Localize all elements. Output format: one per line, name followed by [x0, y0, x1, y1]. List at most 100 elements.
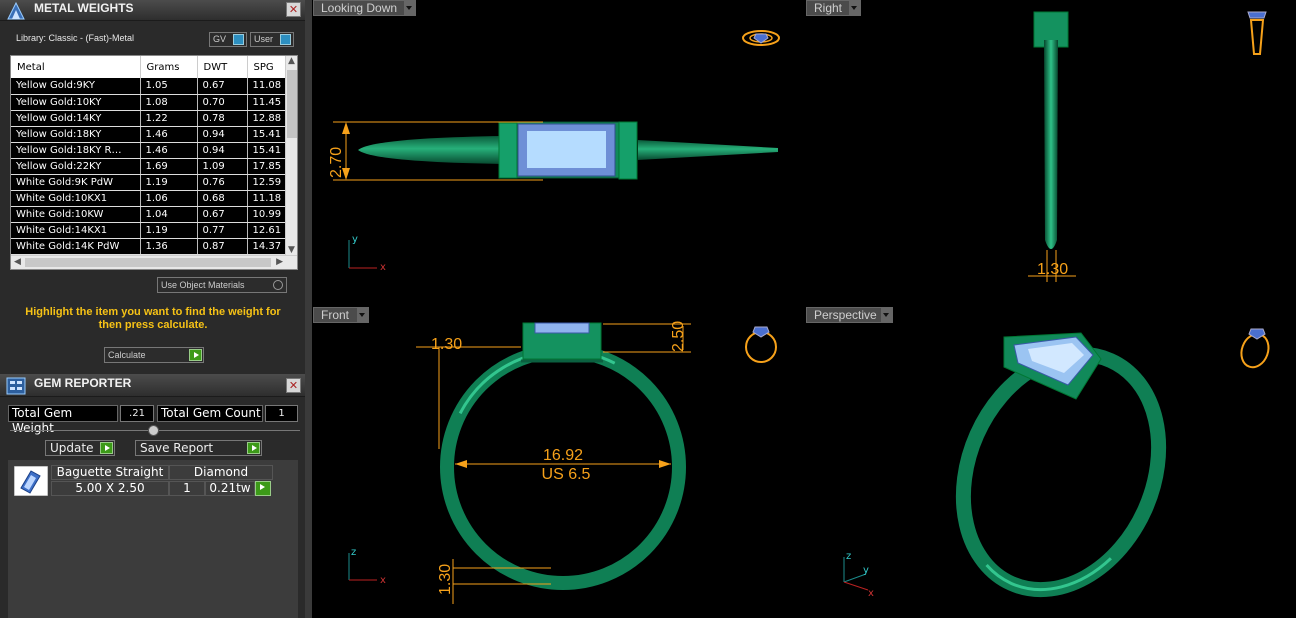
- column-header[interactable]: Metal: [11, 56, 141, 78]
- axis-y-label: y: [863, 565, 869, 576]
- update-button[interactable]: Update: [45, 440, 115, 456]
- table-cell: 1.19: [140, 222, 198, 239]
- radio-icon: [273, 280, 283, 290]
- play-icon: [189, 349, 202, 361]
- table-cell: 12.61: [247, 222, 288, 239]
- column-header[interactable]: SPG: [247, 56, 288, 78]
- viewport-tab-front[interactable]: Front: [313, 307, 369, 323]
- table-cell: 0.70: [197, 94, 248, 111]
- baguette-gem-icon: [14, 466, 48, 496]
- table-cell: 14.37: [247, 238, 288, 255]
- ring-front-icon: [745, 326, 777, 363]
- gem-reporter-icon: [6, 377, 26, 395]
- table-row[interactable]: Yellow Gold:18KY R… 1.46 0.94 15.41: [11, 142, 288, 159]
- table-row[interactable]: Yellow Gold:22KY 1.69 1.09 17.85: [11, 158, 288, 175]
- calculate-button[interactable]: Calculate: [104, 347, 204, 363]
- chevron-down-icon: [404, 1, 415, 15]
- left-panel: METAL WEIGHTS ✕ Library: Classic - (Fast…: [0, 0, 312, 618]
- table-row[interactable]: Yellow Gold:9KY 1.05 0.67 11.08: [11, 78, 288, 95]
- viewport-tab-label: Looking Down: [321, 1, 398, 15]
- library-label: Library: Classic - (Fast)-Metal: [16, 33, 135, 43]
- ring-thumbnail-icon: [742, 30, 780, 46]
- close-icon[interactable]: ✕: [286, 2, 301, 17]
- metal-weights-header: METAL WEIGHTS ✕: [0, 0, 305, 21]
- ring-side-icon: [1247, 11, 1267, 55]
- viewport-tab-looking-down[interactable]: Looking Down: [313, 0, 416, 16]
- table-cell: 1.06: [140, 190, 198, 207]
- dim-height: 2.70: [328, 147, 345, 178]
- table-row[interactable]: Yellow Gold:10KY 1.08 0.70 11.45: [11, 94, 288, 111]
- table-cell: 0.87: [197, 238, 248, 255]
- metal-table-header: Metal Grams DWT SPG: [11, 56, 288, 78]
- column-header[interactable]: Grams: [140, 56, 198, 78]
- update-label: Update: [50, 441, 94, 455]
- table-cell: 1.19: [140, 174, 198, 191]
- table-cell: 0.78: [197, 110, 248, 127]
- gv-toggle[interactable]: GV: [209, 32, 247, 47]
- column-header[interactable]: DWT: [197, 56, 248, 78]
- table-row[interactable]: White Gold:10KX1 1.06 0.68 11.18: [11, 190, 288, 207]
- table-cell: 12.59: [247, 174, 288, 191]
- chevron-down-icon: [357, 308, 368, 322]
- table-cell: 12.88: [247, 110, 288, 127]
- table-row[interactable]: White Gold:10KW 1.04 0.67 10.99: [11, 206, 288, 223]
- viewport-right[interactable]: 1.30 Right: [806, 0, 1296, 304]
- table-cell: White Gold:14KX1: [11, 222, 141, 239]
- table-cell: 15.41: [247, 126, 288, 143]
- table-cell: 11.08: [247, 78, 288, 95]
- table-cell: Yellow Gold:14KY: [11, 110, 141, 127]
- right-render: 1.30: [1028, 11, 1267, 282]
- viewport-tab-perspective[interactable]: Perspective: [806, 307, 893, 323]
- scroll-thumb[interactable]: [25, 258, 271, 267]
- save-report-label: Save Report: [140, 441, 214, 455]
- table-row[interactable]: Yellow Gold:18KY 1.46 0.94 15.41: [11, 126, 288, 143]
- metal-table[interactable]: Metal Grams DWT SPG Yellow Gold:9KY 1.05 0.67…: [10, 55, 298, 270]
- viewport-tab-right[interactable]: Right: [806, 0, 861, 16]
- dim-diameter: 16.92: [543, 447, 583, 464]
- ring-size: US 6.5: [542, 466, 591, 483]
- table-row[interactable]: White Gold:14KX1 1.19 0.77 12.61: [11, 222, 288, 239]
- axis-z-label: z: [351, 547, 356, 558]
- play-icon[interactable]: [255, 481, 271, 496]
- total-gem-weight-value: .21: [120, 405, 154, 422]
- table-cell: 1.69: [140, 158, 198, 175]
- viewport-looking-down[interactable]: 2.70 y x Looking Down: [313, 0, 803, 304]
- use-object-materials-toggle[interactable]: Use Object Materials: [157, 277, 287, 293]
- viewport-tab-label: Right: [814, 1, 843, 15]
- scroll-thumb[interactable]: [287, 70, 297, 138]
- table-cell: Yellow Gold:10KY: [11, 94, 141, 111]
- gem-material: Diamond: [169, 465, 273, 480]
- table-cell: 1.09: [197, 158, 248, 175]
- gem-weight: 0.21tw: [205, 481, 255, 496]
- table-row[interactable]: White Gold:9K PdW 1.19 0.76 12.59: [11, 174, 288, 191]
- gem-reporter-panel: Total Gem Weight .21 Total Gem Count 1 U…: [0, 397, 305, 618]
- total-gem-count-label: Total Gem Count: [157, 405, 263, 422]
- table-cell: 0.68: [197, 190, 248, 207]
- table-cell: 1.05: [140, 78, 198, 95]
- gem-reporter-title: GEM REPORTER: [34, 376, 132, 390]
- axis-z-label: z: [846, 551, 851, 562]
- viewport-front[interactable]: 1.30 2.50 16.92 US 6.5 1.30 z x Front: [313, 307, 803, 618]
- table-cell: 0.94: [197, 126, 248, 143]
- looking-down-render: 2.70 y x: [328, 30, 780, 273]
- vertical-scrollbar[interactable]: ▲ ▼: [285, 56, 297, 255]
- table-cell: 1.36: [140, 238, 198, 255]
- table-row[interactable]: White Gold:14K PdW 1.36 0.87 14.37: [11, 238, 288, 255]
- save-report-button[interactable]: Save Report: [135, 440, 262, 456]
- close-icon[interactable]: ✕: [286, 378, 301, 393]
- table-cell: 17.85: [247, 158, 288, 175]
- viewport-perspective[interactable]: z y x Perspective: [806, 307, 1296, 618]
- dim-shank-bottom: 1.30: [437, 564, 454, 595]
- gem-count: 1: [169, 481, 205, 496]
- table-cell: 1.46: [140, 142, 198, 159]
- hint-text: Highlight the item you want to find the …: [25, 306, 281, 331]
- table-row[interactable]: Yellow Gold:14KY 1.22 0.78 12.88: [11, 110, 288, 127]
- table-cell: 1.22: [140, 110, 198, 127]
- user-toggle[interactable]: User: [250, 32, 294, 47]
- viewport-tab-label: Front: [321, 308, 350, 322]
- table-cell: Yellow Gold:18KY R…: [11, 142, 141, 159]
- splitter-handle[interactable]: [148, 425, 159, 436]
- horizontal-scrollbar[interactable]: ◀ ▶: [11, 255, 297, 269]
- perspective-render: z y x: [843, 328, 1270, 599]
- table-cell: Yellow Gold:22KY: [11, 158, 141, 175]
